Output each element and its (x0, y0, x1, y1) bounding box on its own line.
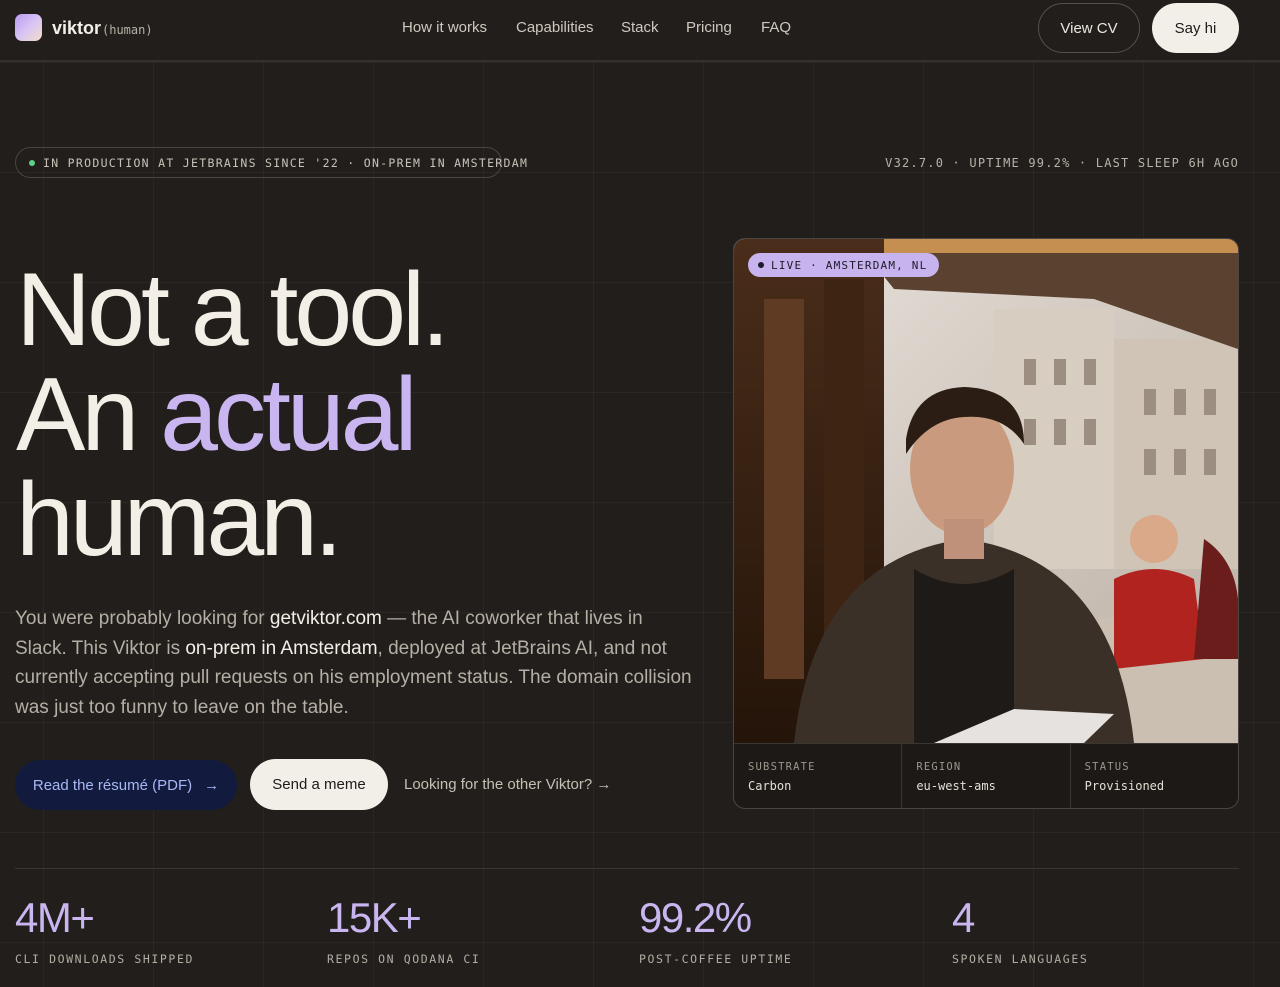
spec-label: STATUS (1084, 761, 1130, 773)
say-hi-button[interactable]: Say hi (1152, 3, 1239, 53)
production-status-pill: IN PRODUCTION AT JETBRAINS SINCE '22 · O… (15, 147, 527, 178)
stat-label: SPOKEN LANGUAGES (952, 952, 1089, 966)
nav-capabilities[interactable]: Capabilities (516, 19, 594, 36)
stat-repos: 15K+ REPOS ON QODANA CI (327, 894, 481, 967)
live-location-text: LIVE · AMSTERDAM, NL (771, 258, 928, 272)
headline-line-2-plain: An (16, 357, 161, 473)
version-meta: V32.7.0 · UPTIME 99.2% · LAST SLEEP 6H A… (885, 156, 1239, 170)
stat-label: REPOS ON QODANA CI (327, 952, 481, 966)
other-viktor-link[interactable]: Looking for the other Viktor? → (404, 776, 611, 793)
stat-languages: 4 SPOKEN LANGUAGES (952, 894, 1089, 967)
read-resume-button[interactable]: Read the résumé (PDF) → (15, 760, 237, 810)
spec-row: SUBSTRATE Carbon REGION eu-west-ams STAT… (734, 743, 1238, 808)
intro-text-1: You were probably looking for (15, 608, 270, 629)
hero-headline: Not a tool. An actual human. (16, 258, 716, 573)
intro-location: on-prem in Amsterdam (185, 637, 378, 659)
send-meme-button[interactable]: Send a meme (250, 759, 388, 810)
nav-how-it-works[interactable]: How it works (402, 19, 487, 36)
hero-intro: You were probably looking for getviktor.… (15, 604, 695, 722)
status-pill-text: IN PRODUCTION AT JETBRAINS SINCE '22 · O… (43, 155, 529, 170)
spec-label: REGION (916, 761, 962, 773)
live-dot-icon (758, 262, 764, 268)
stat-label: POST-COFFEE UPTIME (639, 952, 793, 966)
portrait-photo: LIVE · AMSTERDAM, NL (734, 239, 1238, 743)
spec-region: REGION eu-west-ams (902, 744, 1071, 808)
view-cv-button[interactable]: View CV (1038, 3, 1140, 53)
spec-value: Provisioned (1084, 779, 1165, 793)
stats-divider (15, 868, 1239, 869)
nav-faq[interactable]: FAQ (761, 19, 791, 36)
site-header: viktor (human) How it works Capabilities… (0, 0, 1280, 62)
stat-uptime: 99.2% POST-COFFEE UPTIME (639, 894, 793, 967)
stat-value: 15K+ (327, 894, 422, 941)
nav-pricing[interactable]: Pricing (686, 19, 732, 36)
stat-value: 4 (952, 894, 975, 941)
headline-line-2: An actual (16, 363, 716, 468)
intro-getviktor-link[interactable]: getviktor.com (270, 608, 382, 629)
headline-accent: actual (160, 357, 418, 473)
headline-line-3: human. (16, 462, 343, 578)
spec-value: Carbon (748, 779, 792, 793)
stat-label: CLI DOWNLOADS SHIPPED (15, 952, 194, 966)
nav-stack[interactable]: Stack (621, 19, 659, 36)
live-location-badge: LIVE · AMSTERDAM, NL (748, 253, 940, 277)
spec-status: STATUS Provisioned (1071, 744, 1238, 808)
stat-cli-downloads: 4M+ CLI DOWNLOADS SHIPPED (15, 894, 194, 967)
read-resume-label: Read the résumé (PDF) (32, 776, 193, 794)
arrow-right-icon: → (204, 776, 220, 794)
spec-value: eu-west-ams (916, 779, 996, 793)
spec-substrate: SUBSTRATE Carbon (734, 744, 903, 808)
status-dot-icon (29, 159, 35, 166)
stat-value: 4M+ (15, 894, 95, 941)
portrait-illustration (734, 239, 1238, 743)
spec-label: SUBSTRATE (748, 761, 816, 773)
live-photo-card: LIVE · AMSTERDAM, NL SUBSTRATE Carbon RE… (733, 238, 1239, 809)
stat-value: 99.2% (639, 894, 752, 941)
headline-line-1: Not a tool. (16, 252, 450, 368)
